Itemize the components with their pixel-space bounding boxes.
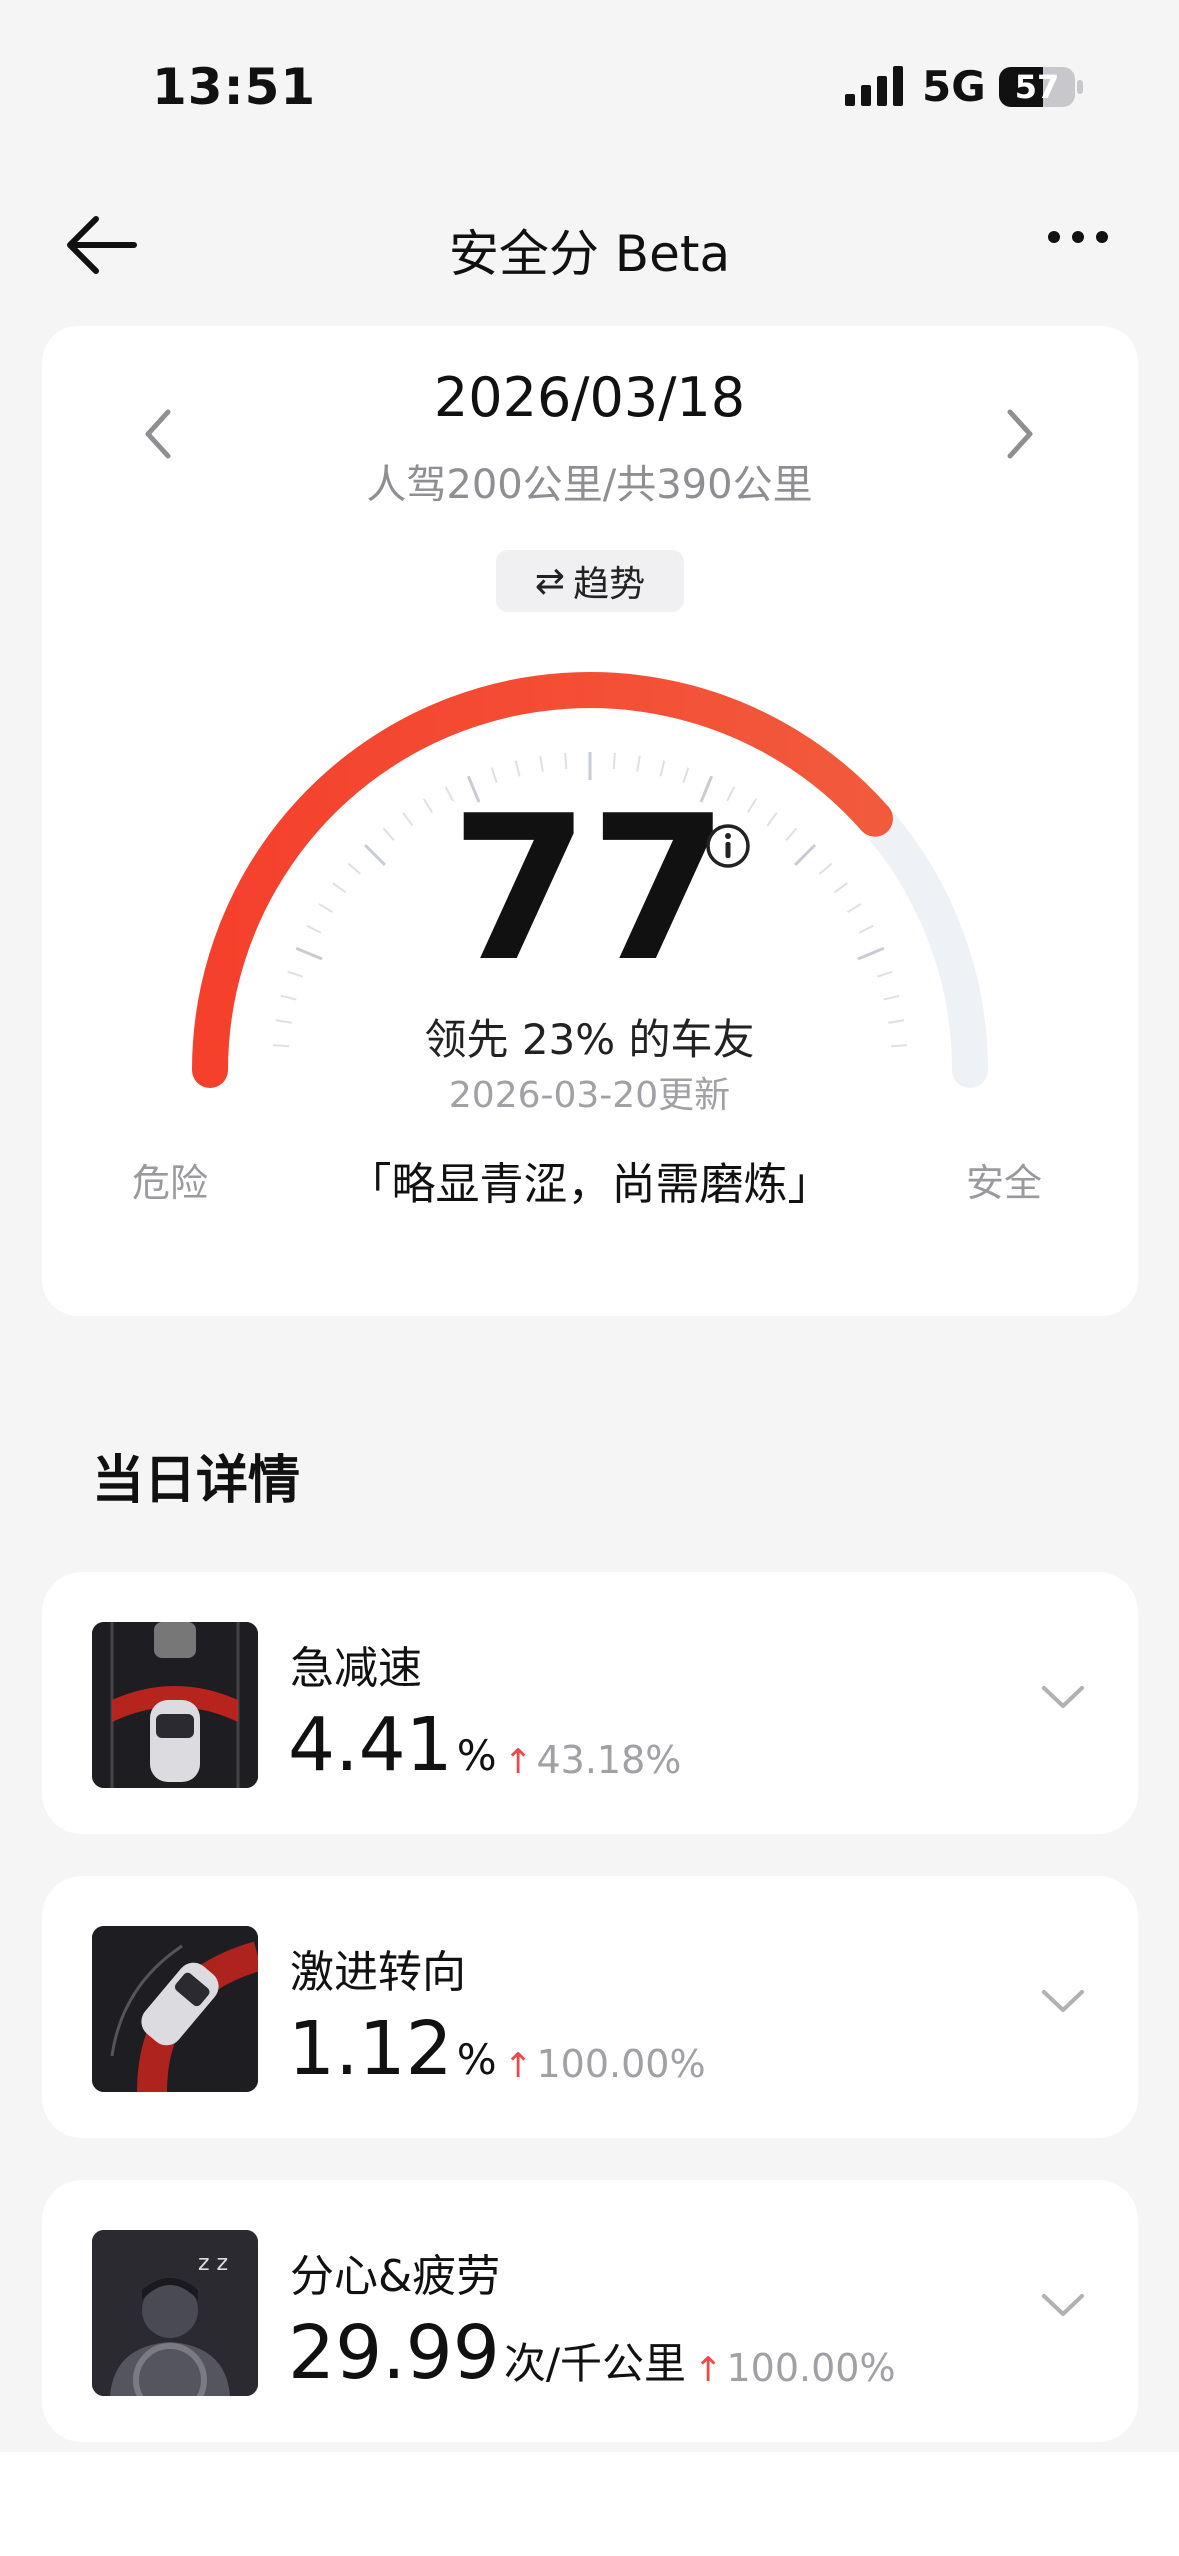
swap-arrows-icon: ⇄ [534,560,566,602]
metric-label: 分心&疲劳 [290,2251,501,2302]
page-title: 安全分 Beta [448,225,731,283]
chevron-down-icon[interactable] [1040,2290,1086,2320]
more-options-icon[interactable] [1046,222,1110,252]
metric-card-distraction-fatigue[interactable]: z z 分心&疲劳 29.99次/千公里 ↑ 100.00% [42,2180,1138,2442]
metric-value: 4.41% [288,1702,497,1788]
metric-number: 4.41 [288,1702,453,1788]
gauge-tick [883,994,900,1001]
hard-braking-icon [92,1622,258,1788]
svg-text:z z: z z [198,2251,228,2276]
gauge-tick [280,994,297,1001]
updated-text: 2026-03-20更新 [448,1075,731,1116]
metric-unit: % [456,2035,497,2084]
metric-change-value: 43.18% [536,1738,682,1782]
network-type: 5G [922,62,986,111]
battery-icon: 57 [998,66,1084,108]
metric-number: 1.12 [288,2006,453,2092]
distance-info: 人驾200公里/共390公里 [366,462,813,508]
section-title: 当日详情 [92,1451,301,1511]
up-arrow-icon: ↑ [504,1742,533,1782]
info-icon[interactable] [704,822,752,870]
rank-text: 领先 23% 的车友 [424,1015,755,1064]
metric-value: 1.12% [288,2006,497,2092]
gauge-max-label: 安全 [966,1161,1043,1205]
up-arrow-icon: ↑ [694,2350,723,2390]
aggressive-turn-icon [92,1926,258,2092]
metric-unit: % [456,1731,497,1780]
signal-icon [845,66,903,106]
chevron-down-icon[interactable] [1040,1986,1086,2016]
trend-button[interactable]: ⇄ 趋势 [496,550,684,612]
battery-level: 57 [1014,68,1060,106]
chevron-down-icon[interactable] [1040,1682,1086,1712]
metric-change-value: 100.00% [536,2042,706,2086]
metric-value: 29.99次/千公里 [288,2310,686,2396]
gauge-tick [564,752,568,769]
distraction-fatigue-icon: z z [92,2230,258,2396]
bottom-area [0,2452,1179,2556]
metric-change: ↑ 100.00% [504,2042,706,2086]
gauge-tick [612,752,616,769]
status-time: 13:51 [152,58,317,116]
gauge-tick [636,755,641,772]
metric-change: ↑ 100.00% [694,2346,896,2390]
metric-label: 急减速 [290,1643,422,1694]
safety-score-value: 77 [450,773,729,1006]
metric-label: 激进转向 [290,1947,466,1998]
metric-card-hard-braking[interactable]: 急减速 4.41% ↑ 43.18% [42,1572,1138,1834]
gauge-tick [539,755,544,772]
up-arrow-icon: ↑ [504,2046,533,2086]
trend-button-label: 趋势 [573,564,646,605]
metric-number: 29.99 [288,2310,500,2396]
metric-unit: 次/千公里 [503,2339,687,2388]
metric-card-aggressive-turn[interactable]: 激进转向 1.12% ↑ 100.00% [42,1876,1138,2138]
metric-change-value: 100.00% [726,2346,896,2390]
metric-change: ↑ 43.18% [504,1738,681,1782]
